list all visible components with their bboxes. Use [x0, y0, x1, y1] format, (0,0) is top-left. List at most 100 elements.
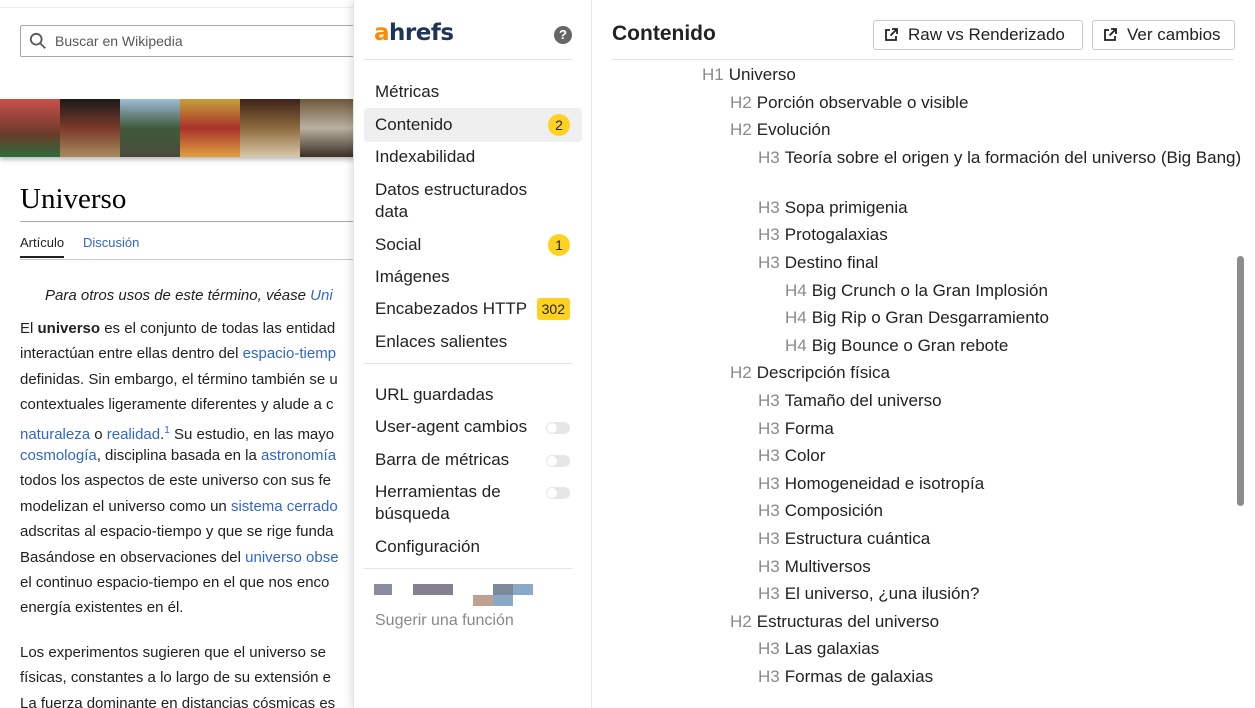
sidebar-item-enlaces-salientes[interactable]: Enlaces salientes [364, 325, 582, 359]
help-icon[interactable]: ? [554, 26, 572, 44]
content-divider [612, 59, 1234, 60]
article-link[interactable]: sistema cerrado [231, 498, 338, 515]
paragraph-text: Su estudio, en las mayo [169, 425, 335, 443]
view-changes-button[interactable]: Ver cambios [1092, 20, 1235, 50]
settings-item-2[interactable]: Barra de métricas [364, 443, 582, 477]
paragraph-line: adscritas al espacio-tiempo y que se rig… [20, 519, 339, 544]
settings-item-label: Herramientas de búsqueda [375, 482, 501, 523]
wiki-title-divider [20, 221, 365, 222]
settings-item-label: URL guardadas [375, 385, 494, 404]
paragraph-line: energía existentes en él. [20, 595, 339, 620]
paragraph-line: cosmología, disciplina basada en la astr… [20, 443, 339, 468]
wiki-tabs-divider [20, 259, 365, 260]
paragraph-text: es el conjunto de todas las entidad [100, 320, 336, 337]
search-icon [29, 32, 46, 49]
article-link[interactable]: naturaleza [20, 426, 90, 443]
heading-text: Homogeneidad e isotropía [784, 473, 985, 493]
heading-row: H3 Teoría sobre el origen y la formación … [758, 147, 1255, 169]
heading-level: H2 [730, 92, 752, 112]
toggle-switch[interactable] [546, 455, 570, 467]
heading-level: H4 [785, 335, 807, 355]
article-link[interactable]: cosmología [20, 447, 97, 464]
heading-level: H3 [758, 418, 780, 438]
sidebar-item-label: Encabezados HTTP [375, 299, 528, 318]
heading-level: H3 [758, 253, 780, 272]
paragraph-line: interactúan entre ellas dentro del espac… [20, 341, 339, 366]
heading-text: Porción observable o visible [756, 92, 969, 112]
toggle-switch[interactable] [546, 487, 570, 499]
settings-item-label: Configuración [375, 537, 480, 556]
sidebar-item-label: Indexabilidad [375, 147, 476, 166]
content-pane: Contenido Raw vs Renderizado Ver cambios… [592, 0, 1255, 708]
paragraph-line: El universo es el conjunto de todas las … [20, 316, 339, 341]
heading-text: Tamaño del universo [784, 391, 942, 410]
toggle-switch[interactable] [546, 422, 570, 434]
article-link[interactable]: universo obse [245, 549, 338, 566]
sidebar-item-encabezados-http[interactable]: Encabezados HTTP 302 [364, 292, 582, 326]
count-badge: 2 [548, 114, 570, 136]
raw-vs-rendered-label: Raw vs Renderizado [908, 25, 1065, 44]
article-link[interactable]: espacio-tiemp [243, 345, 336, 362]
wiki-tab-talk[interactable]: Discusión [83, 235, 139, 250]
settings-item-0[interactable]: URL guardadas [364, 378, 582, 412]
wiki-search-box[interactable]: Buscar en Wikipedia [20, 25, 365, 57]
sidebar-item-contenido[interactable]: Contenido 2 [364, 108, 582, 142]
heading-text: Estructura cuántica [784, 529, 931, 548]
wiki-banner-image [0, 99, 360, 157]
ahrefs-panel: ahrefs ? Métricas Contenido 2 Indexabilidad… [353, 0, 1255, 708]
heading-level: H2 [730, 363, 752, 383]
heading-level: H2 [730, 611, 752, 631]
ahrefs-logo: ahrefs [374, 20, 454, 46]
hatnote-link[interactable]: Uni [310, 287, 333, 304]
sidebar-item-indexabilidad[interactable]: Indexabilidad [364, 140, 582, 174]
scrollbar-thumb[interactable] [1237, 256, 1244, 506]
paragraph-text: físicas, constantes a lo largo de su ext… [20, 669, 332, 687]
count-badge: 1 [548, 234, 570, 256]
heading-row: H3 Color [758, 445, 1255, 467]
paragraph-line: Los experimentos sugieren que el univers… [20, 640, 335, 665]
content-title: Contenido [612, 22, 716, 45]
heading-text: Composición [784, 501, 883, 521]
settings-item-4[interactable]: Configuración [364, 530, 582, 564]
settings-item-label: Barra de métricas [375, 450, 510, 469]
article-link[interactable]: realidad [107, 426, 160, 443]
heading-text: Estructuras del universo [756, 611, 940, 631]
paragraph-text: contextuales ligeramente diferentes y al… [20, 396, 334, 414]
heading-level: H3 [758, 529, 780, 548]
raw-vs-rendered-button[interactable]: Raw vs Renderizado [873, 20, 1083, 50]
paragraph-line: todos los aspectos de este universo con … [20, 468, 339, 493]
heading-row: H3 Homogeneidad e isotropía [758, 473, 1255, 495]
paragraph-text: interactúan entre ellas dentro del [20, 345, 243, 363]
paragraph-text: modelizan el universo como un [20, 497, 231, 515]
paragraph-line: modelizan el universo como un sistema ce… [20, 494, 339, 519]
heading-level: H3 [758, 501, 780, 521]
heading-row: H2 Evolución [730, 119, 1230, 141]
sidebar-item-social[interactable]: Social 1 [364, 228, 582, 262]
sidebar-item-métricas[interactable]: Métricas [364, 75, 582, 109]
paragraph-text: definidas. Sin embargo, el término tambi… [20, 370, 338, 388]
paragraph-line: Basándose en observaciones del universo … [20, 545, 339, 570]
heading-row: H3 Sopa primigenia [758, 197, 1255, 219]
sidebar-divider [364, 363, 572, 364]
sidebar-item-datos-estructurados-data[interactable]: Datos estructurados data [364, 173, 582, 229]
settings-item-3[interactable]: Herramientas de búsqueda [364, 475, 582, 531]
heading-row: H3 Formas de galaxias [758, 666, 1255, 688]
paragraph-text: Los experimentos sugieren que el univers… [20, 644, 327, 661]
hatnote-text: Para otros usos de este término, véase [45, 287, 311, 304]
wiki-tab-article[interactable]: Artículo [20, 235, 65, 258]
heading-level: H3 [758, 584, 780, 604]
settings-item-1[interactable]: User-agent cambios [364, 410, 582, 444]
heading-text: Big Rip o Gran Desgarramiento [811, 308, 1049, 328]
article-link[interactable]: astronomía [261, 447, 336, 464]
heading-level: H3 [758, 197, 780, 217]
wiki-header-rule [0, 0, 360, 8]
sidebar-item-imágenes[interactable]: Imágenes [364, 260, 582, 294]
sidebar-divider [364, 568, 572, 569]
heading-row: H3 Destino final [758, 252, 1255, 274]
paragraph-line: La fuerza dominante en distancias cósmic… [20, 691, 335, 708]
heading-row: H3 Tamaño del universo [758, 390, 1255, 412]
suggest-feature-link[interactable]: Sugerir una función [375, 612, 514, 630]
heading-text: Protogalaxias [784, 225, 888, 245]
heading-level: H4 [785, 280, 807, 300]
heading-text: Multiversos [784, 556, 871, 576]
